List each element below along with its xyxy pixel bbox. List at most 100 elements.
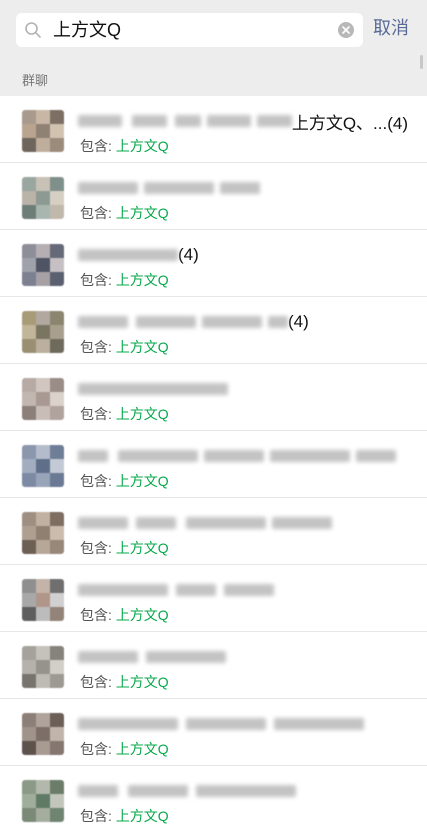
contains-line: 包含: 上方文Q — [80, 271, 169, 289]
contains-line: 包含: 上方文Q — [80, 539, 169, 557]
contains-label: 包含: — [80, 741, 116, 757]
result-row[interactable]: 包含: 上方文Q — [0, 431, 427, 498]
result-row[interactable]: 包含: 上方文Q — [0, 699, 427, 766]
redacted-text — [128, 785, 188, 797]
redacted-text — [204, 450, 264, 462]
result-row[interactable]: 包含: 上方文Q — [0, 766, 427, 832]
group-name — [78, 646, 408, 668]
group-avatar — [22, 110, 64, 152]
redacted-text — [274, 718, 364, 730]
redacted-text — [78, 517, 128, 529]
group-name-suffix: (4) — [178, 245, 199, 264]
result-row[interactable]: (4) 包含: 上方文Q — [0, 230, 427, 297]
redacted-text — [78, 115, 122, 127]
redacted-text — [146, 651, 226, 663]
group-avatar — [22, 713, 64, 755]
redacted-text — [78, 718, 178, 730]
section-title-group-chats: 群聊 — [22, 73, 49, 88]
contains-line: 包含: 上方文Q — [80, 472, 169, 490]
redacted-text — [78, 249, 178, 261]
contains-line: 包含: 上方文Q — [80, 137, 169, 155]
group-name-suffix: 上方文Q、...(4) — [291, 113, 408, 133]
group-name — [78, 512, 408, 534]
contains-label: 包含: — [80, 540, 116, 556]
result-list: 上方文Q、...(4) 包含: 上方文Q 包含: 上方文Q (4) 包含: 上方文Q (4… — [0, 96, 427, 832]
group-avatar — [22, 244, 64, 286]
redacted-text — [224, 584, 274, 596]
contains-label: 包含: — [80, 138, 116, 154]
group-name: 上方文Q、...(4) — [78, 110, 408, 133]
group-name: (4) — [78, 311, 408, 333]
redacted-text — [78, 182, 138, 194]
matched-member-name: 上方文Q — [115, 607, 169, 623]
redacted-text — [268, 316, 288, 328]
search-bar: 上方文Q 取消 — [0, 0, 427, 60]
search-input[interactable]: 上方文Q — [16, 13, 363, 47]
scrollbar-thumb[interactable] — [420, 55, 423, 69]
redacted-text — [196, 785, 296, 797]
group-name — [78, 378, 408, 400]
contains-label: 包含: — [80, 272, 116, 288]
group-avatar — [22, 445, 64, 487]
clear-icon[interactable] — [337, 21, 355, 39]
contains-label: 包含: — [80, 205, 116, 221]
group-name — [78, 579, 408, 601]
redacted-text — [186, 718, 266, 730]
cancel-button[interactable]: 取消 — [373, 17, 409, 39]
contains-label: 包含: — [80, 473, 116, 489]
search-icon — [25, 22, 41, 38]
redacted-text — [272, 517, 332, 529]
redacted-text — [78, 316, 128, 328]
redacted-text — [78, 584, 168, 596]
result-row[interactable]: (4) 包含: 上方文Q — [0, 297, 427, 364]
contains-line: 包含: 上方文Q — [80, 807, 169, 825]
contains-line: 包含: 上方文Q — [80, 673, 169, 691]
result-row[interactable]: 包含: 上方文Q — [0, 163, 427, 230]
redacted-text — [174, 115, 202, 127]
redacted-text — [176, 584, 216, 596]
matched-member-name: 上方文Q — [115, 138, 169, 154]
group-avatar — [22, 579, 64, 621]
group-name — [78, 780, 408, 802]
contains-line: 包含: 上方文Q — [80, 740, 169, 758]
group-name: (4) — [78, 244, 408, 266]
group-avatar — [22, 311, 64, 353]
redacted-text — [256, 115, 292, 127]
contains-line: 包含: 上方文Q — [80, 606, 169, 624]
group-avatar — [22, 177, 64, 219]
matched-member-name: 上方文Q — [115, 741, 169, 757]
redacted-text — [136, 316, 196, 328]
group-name — [78, 713, 408, 735]
group-avatar — [22, 646, 64, 688]
search-query-text: 上方文Q — [53, 20, 122, 40]
result-row[interactable]: 上方文Q、...(4) 包含: 上方文Q — [0, 96, 427, 163]
result-row[interactable]: 包含: 上方文Q — [0, 498, 427, 565]
redacted-text — [136, 517, 176, 529]
contains-label: 包含: — [80, 339, 116, 355]
group-avatar — [22, 378, 64, 420]
redacted-text — [78, 785, 118, 797]
group-avatar — [22, 512, 64, 554]
group-name — [78, 445, 408, 467]
contains-label: 包含: — [80, 674, 116, 690]
contains-label: 包含: — [80, 406, 116, 422]
matched-member-name: 上方文Q — [115, 205, 169, 221]
result-row[interactable]: 包含: 上方文Q — [0, 565, 427, 632]
redacted-text — [144, 182, 214, 194]
matched-member-name: 上方文Q — [115, 339, 169, 355]
group-avatar — [22, 780, 64, 822]
redacted-text — [78, 651, 138, 663]
redacted-text — [207, 115, 251, 127]
redacted-text — [186, 517, 266, 529]
group-name — [78, 177, 408, 199]
redacted-text — [118, 450, 198, 462]
redacted-text — [356, 450, 396, 462]
result-row[interactable]: 包含: 上方文Q — [0, 632, 427, 699]
redacted-text — [131, 115, 167, 127]
redacted-text — [202, 316, 262, 328]
redacted-text — [220, 182, 260, 194]
redacted-text — [78, 383, 228, 395]
result-row[interactable]: 包含: 上方文Q — [0, 364, 427, 431]
redacted-text — [78, 450, 108, 462]
matched-member-name: 上方文Q — [115, 272, 169, 288]
